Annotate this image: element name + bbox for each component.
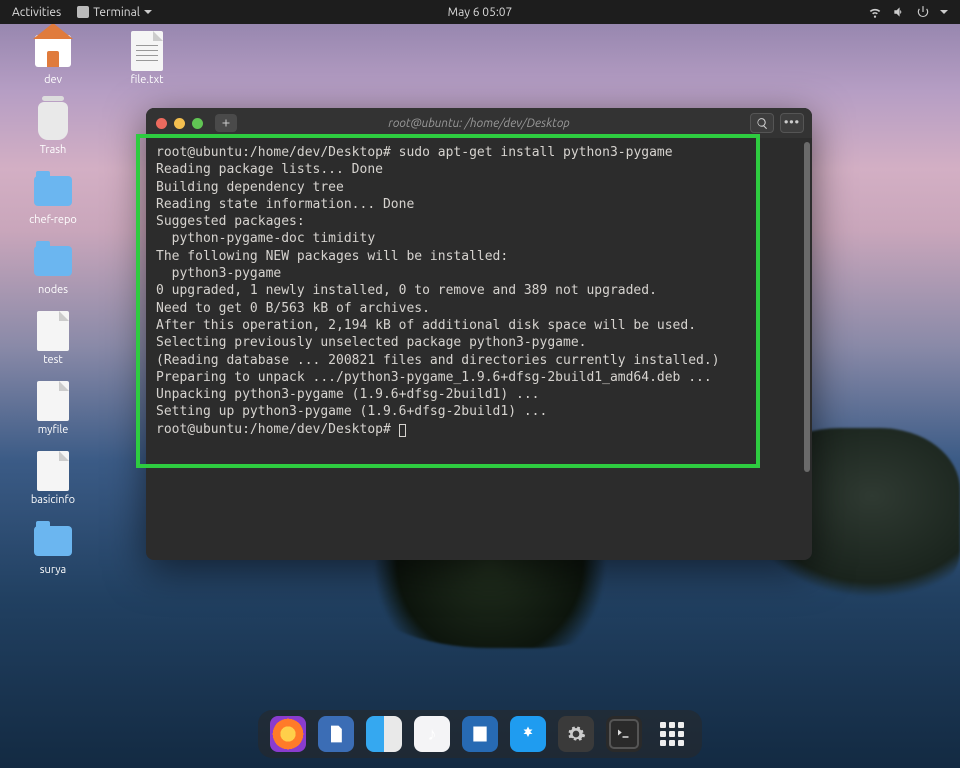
file-icon xyxy=(37,451,69,491)
output-line: Preparing to unpack .../python3-pygame_1… xyxy=(156,370,712,385)
folder-icon xyxy=(34,176,72,206)
clock[interactable]: May 6 05:07 xyxy=(448,6,513,19)
new-tab-button[interactable] xyxy=(215,114,237,132)
app-menu-button[interactable]: Terminal xyxy=(77,6,152,19)
shell-prompt: root@ubuntu:/home/dev/Desktop# xyxy=(156,422,399,437)
terminal-output[interactable]: root@ubuntu:/home/dev/Desktop# sudo apt-… xyxy=(146,138,806,446)
output-line: Unpacking python3-pygame (1.9.6+dfsg-2bu… xyxy=(156,387,540,402)
terminal-cursor xyxy=(399,424,406,437)
terminal-titlebar[interactable]: root@ubuntu: /home/dev/Desktop ••• xyxy=(146,108,812,138)
output-line: Suggested packages: xyxy=(156,214,305,229)
icon-label: chef-repo xyxy=(29,214,77,226)
search-button[interactable] xyxy=(750,113,774,133)
desktop-icon-file-txt[interactable]: file.txt xyxy=(112,30,182,86)
app-menu-label: Terminal xyxy=(93,6,140,19)
document-icon xyxy=(326,724,346,744)
output-line: (Reading database ... 200821 files and d… xyxy=(156,353,720,368)
gear-icon xyxy=(566,724,586,744)
output-line: python-pygame-doc timidity xyxy=(156,231,375,246)
desktop-icons: dev Trash chef-repo nodes test myfile ba… xyxy=(18,30,88,576)
desktop-icon-trash[interactable]: Trash xyxy=(18,100,88,156)
maximize-window-button[interactable] xyxy=(192,118,203,129)
desktop-icon-chef-repo[interactable]: chef-repo xyxy=(18,170,88,226)
note-icon xyxy=(470,724,490,744)
desktop-icon-test[interactable]: test xyxy=(18,310,88,366)
terminal-title: root@ubuntu: /home/dev/Desktop xyxy=(388,117,569,130)
shell-prompt: root@ubuntu:/home/dev/Desktop# xyxy=(156,145,399,160)
menu-button[interactable]: ••• xyxy=(780,113,804,133)
dock-app-files[interactable] xyxy=(366,716,402,752)
dock-app-firefox[interactable] xyxy=(270,716,306,752)
wifi-icon xyxy=(868,5,882,19)
output-line: After this operation, 2,194 kB of additi… xyxy=(156,318,696,333)
output-line: Selecting previously unselected package … xyxy=(156,335,586,350)
system-status-area[interactable] xyxy=(868,5,960,19)
gnome-top-bar: Activities Terminal May 6 05:07 xyxy=(0,0,960,24)
terminal-window: root@ubuntu: /home/dev/Desktop ••• root@… xyxy=(146,108,812,560)
search-icon xyxy=(756,117,769,130)
home-folder-icon xyxy=(35,35,71,67)
dock-app-text-editor[interactable] xyxy=(318,716,354,752)
terminal-viewport[interactable]: root@ubuntu:/home/dev/Desktop# sudo apt-… xyxy=(146,138,812,560)
terminal-indicator-icon xyxy=(77,6,89,18)
text-file-icon xyxy=(131,31,163,71)
output-line: python3-pygame xyxy=(156,266,281,281)
output-line: 0 upgraded, 1 newly installed, 0 to remo… xyxy=(156,283,657,298)
shell-command: sudo apt-get install python3-pygame xyxy=(399,145,673,160)
minimize-window-button[interactable] xyxy=(174,118,185,129)
output-line: Building dependency tree xyxy=(156,180,344,195)
output-line: The following NEW packages will be insta… xyxy=(156,249,508,264)
power-icon xyxy=(916,5,930,19)
chevron-down-icon xyxy=(940,10,948,14)
output-line: Setting up python3-pygame (1.9.6+dfsg-2b… xyxy=(156,404,547,419)
file-icon xyxy=(37,381,69,421)
folder-icon xyxy=(34,246,72,276)
dock: ♪ xyxy=(258,710,702,758)
icon-label: nodes xyxy=(38,284,68,296)
grid-icon xyxy=(660,722,684,746)
icon-label: surya xyxy=(40,564,66,576)
activities-button[interactable]: Activities xyxy=(12,6,61,19)
icon-label: Trash xyxy=(40,144,67,156)
dock-app-music[interactable]: ♪ xyxy=(414,716,450,752)
output-line: Need to get 0 B/563 kB of archives. xyxy=(156,301,430,316)
desktop-icon-nodes[interactable]: nodes xyxy=(18,240,88,296)
appstore-icon xyxy=(519,725,537,743)
terminal-icon xyxy=(615,725,633,743)
file-icon xyxy=(37,311,69,351)
dock-app-settings[interactable] xyxy=(558,716,594,752)
close-window-button[interactable] xyxy=(156,118,167,129)
icon-label: test xyxy=(43,354,62,366)
folder-icon xyxy=(34,526,72,556)
desktop-icon-myfile[interactable]: myfile xyxy=(18,380,88,436)
dock-app-writer[interactable] xyxy=(462,716,498,752)
volume-icon xyxy=(892,5,906,19)
desktop-icon-basicinfo[interactable]: basicinfo xyxy=(18,450,88,506)
desktop-icon-dev[interactable]: dev xyxy=(18,30,88,86)
dock-app-terminal[interactable] xyxy=(606,716,642,752)
chevron-down-icon xyxy=(144,10,152,14)
trash-icon xyxy=(38,102,68,140)
terminal-scrollbar[interactable] xyxy=(804,142,810,472)
output-line: Reading package lists... Done xyxy=(156,162,383,177)
icon-label: myfile xyxy=(38,424,69,436)
dock-show-applications[interactable] xyxy=(654,716,690,752)
icon-label: dev xyxy=(44,74,62,86)
dock-app-store[interactable] xyxy=(510,716,546,752)
window-controls xyxy=(156,118,203,129)
icon-label: file.txt xyxy=(131,74,164,86)
plus-icon xyxy=(220,117,232,129)
icon-label: basicinfo xyxy=(31,494,75,506)
output-line: Reading state information... Done xyxy=(156,197,414,212)
desktop-icon-surya[interactable]: surya xyxy=(18,520,88,576)
